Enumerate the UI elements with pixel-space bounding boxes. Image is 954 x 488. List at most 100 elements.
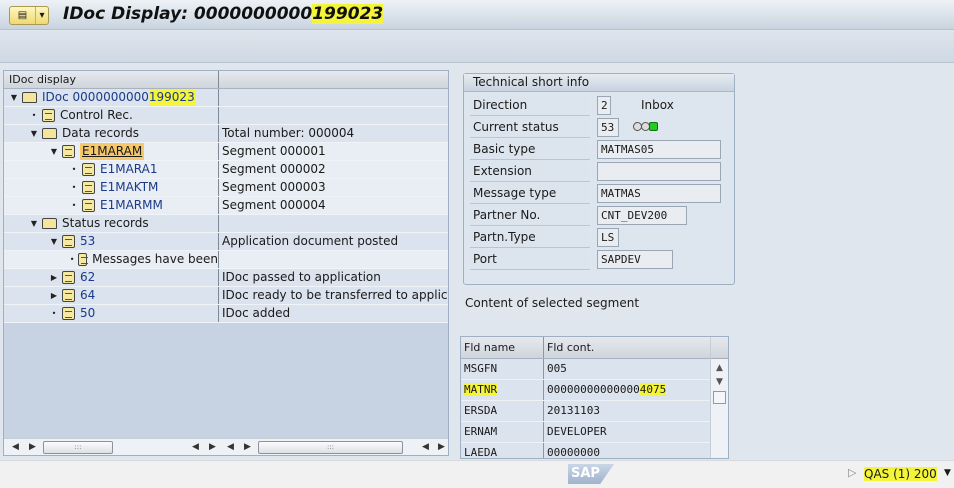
field-value[interactable]: 2 — [597, 96, 611, 115]
tree-row[interactable]: ▼ 53 Application document posted — [4, 233, 448, 251]
field-value[interactable]: SAPDEV — [597, 250, 673, 269]
tree-node-label[interactable]: Control Rec. — [60, 107, 133, 124]
system-menu-button[interactable]: ▤ ▾ — [9, 6, 49, 25]
tree-row[interactable]: ▶ 64 IDoc ready to be transferred to appli… — [4, 287, 448, 305]
tree-node[interactable]: • Control Rec. — [4, 107, 219, 124]
info-field-basic-type: Basic type MATMAS05 — [470, 139, 730, 160]
tree-node[interactable]: ▼ 53 — [4, 233, 219, 250]
scroll-thumb[interactable]: ::: — [258, 441, 403, 454]
table-row[interactable]: MATNR 000000000000004075 — [461, 380, 728, 401]
caret-down-icon[interactable]: ▼ — [9, 89, 19, 106]
tree-node[interactable]: • E1MARA1 — [4, 161, 219, 178]
table-row[interactable]: ERNAM DEVELOPER — [461, 422, 728, 443]
caret-down-icon[interactable]: ▼ — [29, 215, 39, 232]
scroll-left-icon[interactable]: ◀ — [422, 442, 429, 452]
tree-node-label[interactable]: IDoc 0000000000 — [42, 89, 149, 106]
tree-node[interactable]: ▶ 62 — [4, 269, 219, 286]
tree-node-description: IDoc added — [222, 306, 291, 320]
field-content: 000000000000004075 — [544, 380, 711, 400]
document-icon — [62, 289, 75, 302]
column-settings-button[interactable] — [711, 337, 728, 359]
info-field-current-status: Current status 53 — [470, 117, 730, 138]
column-header[interactable]: Fld name — [461, 337, 544, 358]
table-vertical-scrollbar[interactable]: ▲ ▼ — [710, 337, 728, 458]
table-row[interactable]: MSGFN 005 — [461, 359, 728, 380]
caret-right-icon[interactable]: ▶ — [49, 269, 59, 286]
info-field-partner-no: Partner No. CNT_DEV200 — [470, 205, 730, 226]
column-header[interactable]: Fld cont. — [544, 337, 711, 358]
system-info[interactable]: QAS (1) 200 — [864, 467, 937, 481]
tree-node-label[interactable]: Messages have been — [92, 251, 218, 268]
tree-node-label[interactable]: E1MARA1 — [100, 161, 157, 178]
tree-row[interactable]: ▼ Status records — [4, 215, 448, 233]
scroll-right-icon[interactable]: ▶ — [29, 442, 36, 452]
tree-node[interactable]: ▼ E1MARAM — [4, 143, 219, 160]
tree-node-label[interactable]: 50 — [80, 305, 95, 322]
tree-node[interactable]: • 50 — [4, 305, 219, 322]
tree-node[interactable]: ▶ 64 — [4, 287, 219, 304]
scroll-right-icon[interactable]: ▶ — [438, 442, 445, 452]
field-value[interactable]: MATMAS — [597, 184, 721, 203]
chevron-down-icon[interactable]: ▼ — [944, 468, 951, 478]
tree-node-label[interactable]: Data records — [62, 125, 139, 142]
tree-row[interactable]: ▼ IDoc 0000000000 199023 — [4, 89, 448, 107]
tree-row[interactable]: • Messages have been — [4, 251, 448, 269]
tree-row[interactable]: ▼ E1MARAM Segment 000001 — [4, 143, 448, 161]
tree-node-label[interactable]: E1MARAM — [80, 143, 145, 160]
info-field-message-type: Message type MATMAS — [470, 183, 730, 204]
tree-node-label[interactable]: 64 — [80, 287, 95, 304]
field-name: LAEDA — [461, 443, 544, 458]
scroll-down-icon[interactable]: ▼ — [711, 377, 728, 387]
tree-row[interactable]: ▶ 62 IDoc passed to application — [4, 269, 448, 287]
tree-node[interactable]: ▼ IDoc 0000000000 199023 — [4, 89, 219, 106]
field-value[interactable] — [597, 162, 721, 181]
tree-node-label[interactable]: Status records — [62, 215, 149, 232]
caret-right-icon[interactable]: ▶ — [49, 287, 59, 304]
tree-row[interactable]: • 50 IDoc added — [4, 305, 448, 323]
field-name-text: ERSDA — [464, 404, 498, 417]
field-content-text: 00000000 — [547, 446, 600, 459]
scroll-left-icon[interactable]: ◀ — [192, 442, 199, 452]
tree-node[interactable]: • E1MAKTM — [4, 179, 219, 196]
tree-node[interactable]: • E1MARMM — [4, 197, 219, 214]
tree-node[interactable]: ▼ Status records — [4, 215, 219, 232]
field-value[interactable]: CNT_DEV200 — [597, 206, 687, 225]
tree-node[interactable]: ▼ Data records — [4, 125, 219, 142]
field-content: 20131103 — [544, 401, 711, 421]
info-field-direction: Direction 2 Inbox — [470, 95, 730, 116]
tree-node[interactable]: • Messages have been — [4, 251, 219, 268]
tree-horizontal-scrollbar[interactable]: ◀ ▶ ::: ◀ ▶ ◀ ▶ ::: ◀ ▶ — [4, 438, 448, 455]
scroll-left-icon[interactable]: ◀ — [227, 442, 234, 452]
tree-row[interactable]: • E1MAKTM Segment 000003 — [4, 179, 448, 197]
field-value[interactable]: LS — [597, 228, 619, 247]
tree-node-label[interactable]: 53 — [80, 233, 95, 250]
caret-down-icon[interactable]: ▼ — [49, 143, 59, 160]
tree-node-label[interactable]: E1MAKTM — [100, 179, 158, 196]
chevron-down-icon: ▾ — [35, 7, 48, 24]
table-row[interactable]: ERSDA 20131103 — [461, 401, 728, 422]
scroll-thumb[interactable]: ::: — [43, 441, 113, 454]
scroll-thumb[interactable] — [713, 391, 726, 404]
highlighted-value: 4075 — [639, 383, 667, 396]
idoc-tree: IDoc display ▼ IDoc 0000000000 199023 • Cont… — [3, 70, 449, 456]
tree-row[interactable]: • E1MARMM Segment 000004 — [4, 197, 448, 215]
bullet-icon: • — [51, 309, 57, 318]
scroll-right-icon[interactable]: ▶ — [244, 442, 251, 452]
caret-down-icon[interactable]: ▼ — [49, 233, 59, 250]
tree-row[interactable]: • E1MARA1 Segment 000002 — [4, 161, 448, 179]
field-label: Partner No. — [470, 205, 590, 226]
bullet-icon: • — [71, 183, 77, 192]
caret-down-icon[interactable]: ▼ — [29, 125, 39, 142]
tree-node-label[interactable]: 62 — [80, 269, 95, 286]
scroll-left-icon[interactable]: ◀ — [12, 442, 19, 452]
tree-row[interactable]: • Control Rec. — [4, 107, 448, 125]
scroll-up-icon[interactable]: ▲ — [711, 363, 728, 373]
field-content-text: 00000000000000 — [547, 383, 640, 396]
field-value[interactable]: 53 — [597, 118, 619, 137]
scroll-right-icon[interactable]: ▶ — [209, 442, 216, 452]
field-value[interactable]: MATMAS05 — [597, 140, 721, 159]
expand-status-icon[interactable]: ▷ — [848, 466, 856, 479]
table-row[interactable]: LAEDA 00000000 — [461, 443, 728, 459]
tree-node-label[interactable]: E1MARMM — [100, 197, 163, 214]
tree-row[interactable]: ▼ Data records Total number: 000004 — [4, 125, 448, 143]
